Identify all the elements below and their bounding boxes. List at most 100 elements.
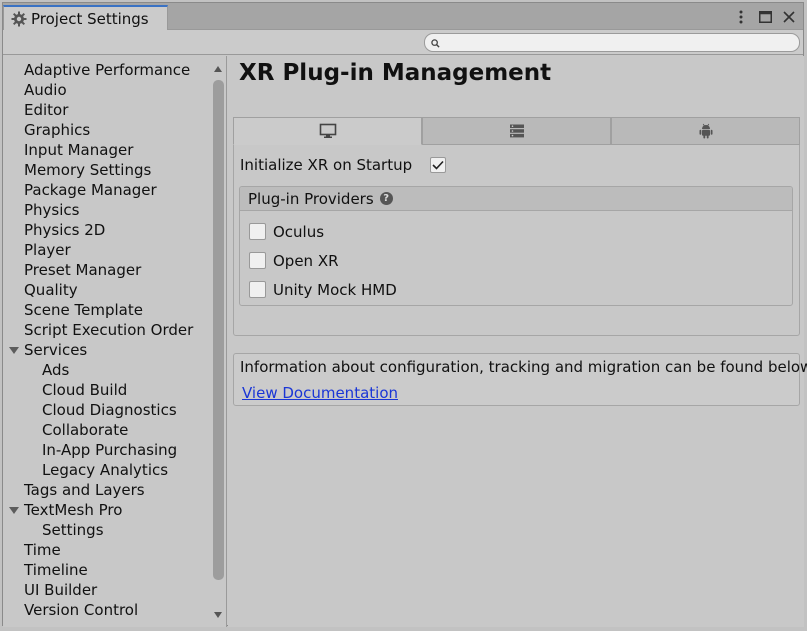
sidebar-item-label: Cloud Diagnostics xyxy=(42,401,177,419)
sidebar-item-label: Time xyxy=(24,541,61,559)
sidebar-item-label: Physics xyxy=(24,201,80,219)
sidebar-item[interactable]: Input Manager xyxy=(3,140,211,160)
sidebar-item[interactable]: Script Execution Order xyxy=(3,320,211,340)
sidebar-item-label: Memory Settings xyxy=(24,161,152,179)
initialize-xr-row: Initialize XR on Startup xyxy=(240,155,446,175)
provider-checkbox[interactable] xyxy=(249,223,266,240)
info-panel: Information about configuration, trackin… xyxy=(233,353,807,406)
plugin-providers-title: Plug-in Providers xyxy=(248,189,374,208)
expand-arrow-icon[interactable] xyxy=(9,507,19,514)
sidebar-item[interactable]: In-App Purchasing xyxy=(3,440,211,460)
sidebar-item[interactable]: Editor xyxy=(3,100,211,120)
sidebar-item[interactable]: Version Control xyxy=(3,600,211,620)
initialize-xr-label: Initialize XR on Startup xyxy=(240,156,413,174)
sidebar-item[interactable]: Services xyxy=(3,340,211,360)
sidebar-item-label: Settings xyxy=(42,521,104,539)
sidebar-item-label: Quality xyxy=(24,281,78,299)
sidebar-item-label: Input Manager xyxy=(24,141,134,159)
sidebar-item-label: UI Builder xyxy=(24,581,98,599)
tab-android[interactable] xyxy=(611,117,800,145)
provider-label: Oculus xyxy=(273,222,325,241)
sidebar-item-label: Editor xyxy=(24,101,69,119)
sidebar-item-label: Ads xyxy=(42,361,70,379)
sidebar-item-label: Package Manager xyxy=(24,181,157,199)
gear-icon xyxy=(11,11,27,27)
toolbar xyxy=(3,30,803,55)
sidebar-item[interactable]: Scene Template xyxy=(3,300,211,320)
sidebar-item[interactable]: Time xyxy=(3,540,211,560)
sidebar-item[interactable]: Audio xyxy=(3,80,211,100)
sidebar-item[interactable]: Physics 2D xyxy=(3,220,211,240)
tab-project-settings[interactable]: Project Settings xyxy=(3,5,168,31)
initialize-xr-checkbox[interactable] xyxy=(430,157,446,173)
sidebar-item-label: Player xyxy=(24,241,71,259)
provider-checkbox[interactable] xyxy=(249,281,266,298)
sidebar-item[interactable]: Memory Settings xyxy=(3,160,211,180)
provider-checkbox[interactable] xyxy=(249,252,266,269)
settings-nav-list: Adaptive Performance Audio Editor Graphics I… xyxy=(3,60,211,620)
tab-bar: Project Settings xyxy=(3,3,803,31)
sidebar-item[interactable]: Settings xyxy=(3,520,211,540)
provider-row: Open XR xyxy=(240,246,792,275)
close-icon[interactable] xyxy=(781,8,797,26)
sidebar-item[interactable]: Cloud Build xyxy=(3,380,211,400)
project-settings-window: Project Settings Adaptive Performance Aud… xyxy=(2,2,807,627)
settings-sidebar: Adaptive Performance Audio Editor Graphics I… xyxy=(3,56,227,627)
scroll-down-arrow-icon[interactable] xyxy=(214,612,222,618)
sidebar-item[interactable]: Cloud Diagnostics xyxy=(3,400,211,420)
sidebar-item[interactable]: Quality xyxy=(3,280,211,300)
sidebar-item-label: Scene Template xyxy=(24,301,143,319)
sidebar-item-label: Services xyxy=(24,341,88,359)
sidebar-item[interactable]: Graphics xyxy=(3,120,211,140)
provider-row: Unity Mock HMD xyxy=(240,275,792,304)
sidebar-item-label: In-App Purchasing xyxy=(42,441,178,459)
sidebar-scrollbar[interactable] xyxy=(211,60,226,624)
search-icon xyxy=(431,34,440,52)
provider-label: Open XR xyxy=(273,251,339,270)
sidebar-item[interactable]: UI Builder xyxy=(3,580,211,600)
search-input[interactable] xyxy=(444,35,799,50)
window-controls xyxy=(733,7,797,27)
view-documentation-link[interactable]: View Documentation xyxy=(242,384,398,402)
sidebar-item-label: Adaptive Performance xyxy=(24,61,191,79)
sidebar-item[interactable]: Ads xyxy=(3,360,211,380)
sidebar-item[interactable]: Player xyxy=(3,240,211,260)
sidebar-item-label: Graphics xyxy=(24,121,91,139)
window-tab-title: Project Settings xyxy=(31,10,149,28)
desktop-monitor-icon xyxy=(319,123,337,139)
page-title: XR Plug-in Management xyxy=(239,60,552,86)
provider-list: Oculus Open XR Unity Mock HMD xyxy=(240,211,792,304)
sidebar-item[interactable]: Package Manager xyxy=(3,180,211,200)
sidebar-item[interactable]: Collaborate xyxy=(3,420,211,440)
provider-label: Unity Mock HMD xyxy=(273,280,397,299)
info-text: Information about configuration, trackin… xyxy=(240,358,807,376)
scroll-up-arrow-icon[interactable] xyxy=(214,66,222,72)
sidebar-item-label: Collaborate xyxy=(42,421,129,439)
sidebar-item[interactable]: Physics xyxy=(3,200,211,220)
expand-arrow-icon[interactable] xyxy=(9,347,19,354)
search-field[interactable] xyxy=(424,33,800,52)
sidebar-item-label: Legacy Analytics xyxy=(42,461,169,479)
sidebar-item[interactable]: Tags and Layers xyxy=(3,480,211,500)
sidebar-item-label: Physics 2D xyxy=(24,221,106,239)
server-stack-icon xyxy=(509,124,525,138)
checkmark-icon xyxy=(432,156,444,174)
sidebar-item[interactable]: Timeline xyxy=(3,560,211,580)
scrollbar-thumb[interactable] xyxy=(213,80,224,580)
android-icon xyxy=(699,123,713,139)
sidebar-item[interactable]: Adaptive Performance xyxy=(3,60,211,80)
provider-row: Oculus xyxy=(240,217,792,246)
help-icon[interactable]: ? xyxy=(379,192,393,205)
maximize-icon[interactable] xyxy=(757,8,773,26)
plugin-providers-header: Plug-in Providers ? xyxy=(240,187,792,211)
sidebar-item[interactable]: TextMesh Pro xyxy=(3,500,211,520)
sidebar-item[interactable]: Legacy Analytics xyxy=(3,460,211,480)
sidebar-item[interactable]: Preset Manager xyxy=(3,260,211,280)
sidebar-item-label: Cloud Build xyxy=(42,381,128,399)
settings-content: XR Plug-in Management Initialize XR on S… xyxy=(228,56,807,627)
tab-desktop[interactable] xyxy=(233,117,422,145)
more-options-icon[interactable] xyxy=(733,8,749,26)
tab-server[interactable] xyxy=(422,117,611,145)
platform-settings-panel: Initialize XR on Startup Plug-in Provide… xyxy=(233,117,800,336)
sidebar-item-label: Tags and Layers xyxy=(24,481,145,499)
